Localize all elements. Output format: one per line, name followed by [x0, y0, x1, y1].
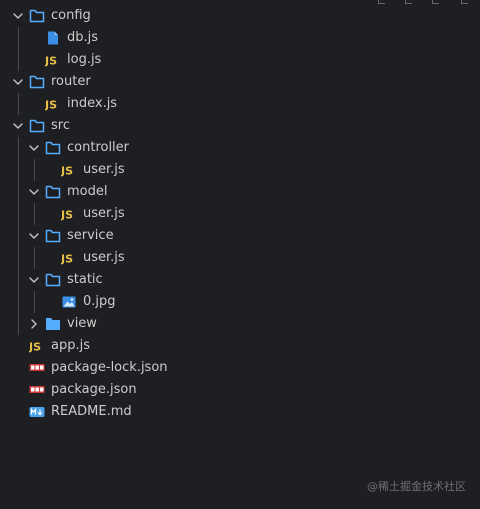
tree-item-label: log.js: [67, 52, 102, 67]
indent-guide: [34, 203, 35, 225]
tree-item-label: README.md: [51, 404, 132, 419]
indent-guide: [18, 27, 19, 71]
tree-item-src-service-user[interactable]: JS user.js: [0, 247, 480, 269]
indent-guide: [34, 291, 35, 313]
tree-item-config-db[interactable]: db.js: [0, 27, 480, 49]
tree-item-config-log[interactable]: JS log.js: [0, 49, 480, 71]
folder-outline-icon: [45, 185, 61, 199]
folder-outline-icon: [29, 9, 45, 23]
npm-package-icon: [29, 386, 45, 393]
tree-item-label: package-lock.json: [51, 360, 168, 375]
tree-item-src-view[interactable]: view: [0, 313, 480, 335]
chevron-down-icon[interactable]: [28, 186, 40, 198]
folder-outline-icon: [45, 229, 61, 243]
tree-item-src-service[interactable]: service: [0, 225, 480, 247]
tree-item-label: user.js: [83, 250, 125, 265]
tree-item-label: model: [67, 184, 108, 199]
chevron-down-icon[interactable]: [12, 10, 24, 22]
tree-item-readme[interactable]: README.md: [0, 401, 480, 423]
image-file-icon: [62, 296, 76, 308]
folder-filled-icon: [46, 318, 60, 330]
tree-item-label: config: [51, 8, 91, 23]
tree-item-src-controller[interactable]: controller: [0, 137, 480, 159]
tree-item-label: app.js: [51, 338, 90, 353]
folder-outline-icon: [29, 119, 45, 133]
tree-item-src-model-user[interactable]: JS user.js: [0, 203, 480, 225]
tree-item-label: router: [51, 74, 91, 89]
javascript-file-icon: JS: [61, 209, 73, 222]
markdown-file-icon: [29, 407, 45, 417]
toolbar-icon-fragment: [432, 0, 439, 4]
tree-item-router[interactable]: router: [0, 71, 480, 93]
indent-guide: [34, 159, 35, 181]
tree-item-src-static[interactable]: static: [0, 269, 480, 291]
tree-item-label: controller: [67, 140, 130, 155]
chevron-down-icon[interactable]: [28, 142, 40, 154]
tree-item-label: service: [67, 228, 114, 243]
chevron-down-icon[interactable]: [28, 230, 40, 242]
watermark: @稀土掘金技术社区: [367, 480, 466, 493]
tree-item-label: view: [67, 316, 97, 331]
tree-item-app[interactable]: JS app.js: [0, 335, 480, 357]
svg-text:JS: JS: [61, 253, 73, 266]
tree-item-label: src: [51, 118, 70, 133]
tree-item-label: 0.jpg: [83, 294, 116, 309]
folder-outline-icon: [45, 141, 61, 155]
npm-package-icon: [29, 364, 45, 371]
toolbar-icon-fragment: [405, 0, 412, 4]
javascript-file-icon: JS: [45, 55, 57, 68]
tree-item-src-static-0jpg[interactable]: 0.jpg: [0, 291, 480, 313]
javascript-file-icon: JS: [29, 341, 41, 354]
folder-outline-icon: [45, 273, 61, 287]
chevron-right-icon[interactable]: [28, 318, 40, 330]
javascript-file-icon-blue: [48, 31, 58, 45]
tree-item-src-model[interactable]: model: [0, 181, 480, 203]
folder-outline-icon: [29, 75, 45, 89]
javascript-file-icon: JS: [61, 253, 73, 266]
tree-item-src[interactable]: src: [0, 115, 480, 137]
tree-item-label: user.js: [83, 162, 125, 177]
tree-item-label: db.js: [67, 30, 99, 45]
indent-guide: [34, 247, 35, 269]
svg-text:JS: JS: [45, 99, 57, 112]
indent-guide: [18, 93, 19, 115]
tree-item-package-lock[interactable]: package-lock.json: [0, 357, 480, 379]
tree-item-label: index.js: [67, 96, 118, 111]
svg-text:JS: JS: [61, 165, 73, 178]
svg-text:JS: JS: [45, 55, 57, 68]
chevron-down-icon[interactable]: [12, 76, 24, 88]
tree-item-label: package.json: [51, 382, 137, 397]
svg-text:JS: JS: [29, 341, 41, 354]
chevron-down-icon[interactable]: [28, 274, 40, 286]
tree-item-label: user.js: [83, 206, 125, 221]
tree-item-router-index[interactable]: JS index.js: [0, 93, 480, 115]
tree-item-package[interactable]: package.json: [0, 379, 480, 401]
chevron-down-icon[interactable]: [12, 120, 24, 132]
tree-item-src-controller-user[interactable]: JS user.js: [0, 159, 480, 181]
tree-item-config[interactable]: config: [0, 5, 480, 27]
javascript-file-icon: JS: [61, 165, 73, 178]
tree-item-label: static: [67, 272, 103, 287]
indent-guide: [18, 137, 19, 335]
toolbar-icon-fragment: [461, 0, 468, 4]
svg-text:JS: JS: [61, 209, 73, 222]
toolbar-icon-fragment: [378, 0, 385, 4]
javascript-file-icon: JS: [45, 99, 57, 112]
